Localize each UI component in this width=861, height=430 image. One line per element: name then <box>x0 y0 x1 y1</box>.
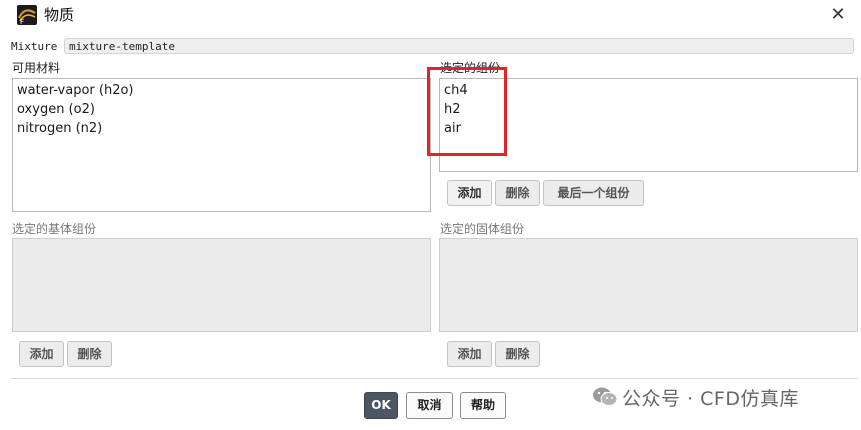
wechat-icon <box>592 386 618 408</box>
app-icon: F <box>17 5 37 25</box>
close-icon[interactable]: ✕ <box>826 3 850 27</box>
ok-button[interactable]: OK <box>364 392 398 419</box>
add-bulk-button[interactable]: 添加 <box>19 341 64 367</box>
list-item[interactable]: water-vapor (h2o) <box>17 82 134 99</box>
add-species-button[interactable]: 添加 <box>447 180 492 206</box>
mixture-label: Mixture <box>11 40 58 53</box>
highlight-annotation <box>427 67 507 156</box>
window-title: 物质 <box>44 6 75 24</box>
delete-solid-button[interactable]: 删除 <box>495 341 540 367</box>
bulk-species-label: 选定的基体组份 <box>12 222 97 236</box>
divider <box>11 378 858 379</box>
title-bar: F 物质 ✕ <box>0 0 861 30</box>
bulk-species-list[interactable] <box>12 238 431 332</box>
list-item[interactable]: nitrogen (n2) <box>17 120 102 137</box>
delete-bulk-button[interactable]: 删除 <box>67 341 112 367</box>
delete-species-button[interactable]: 删除 <box>495 180 540 206</box>
help-button[interactable]: 帮助 <box>460 392 506 419</box>
available-materials-list[interactable]: water-vapor (h2o) oxygen (o2) nitrogen (… <box>12 78 431 212</box>
add-solid-button[interactable]: 添加 <box>447 341 492 367</box>
last-species-button[interactable]: 最后一个组份 <box>543 180 644 206</box>
solid-species-label: 选定的固体组份 <box>440 222 525 236</box>
watermark-text: 公众号 · CFD仿真库 <box>622 387 799 410</box>
solid-species-list[interactable] <box>439 238 858 332</box>
watermark: 公众号 · CFD仿真库 <box>592 384 799 410</box>
mixture-field[interactable]: mixture-template <box>64 38 854 54</box>
list-item[interactable]: oxygen (o2) <box>17 101 95 118</box>
available-materials-label: 可用材料 <box>12 61 61 75</box>
cancel-button[interactable]: 取消 <box>406 392 453 419</box>
svg-text:F: F <box>20 18 24 25</box>
